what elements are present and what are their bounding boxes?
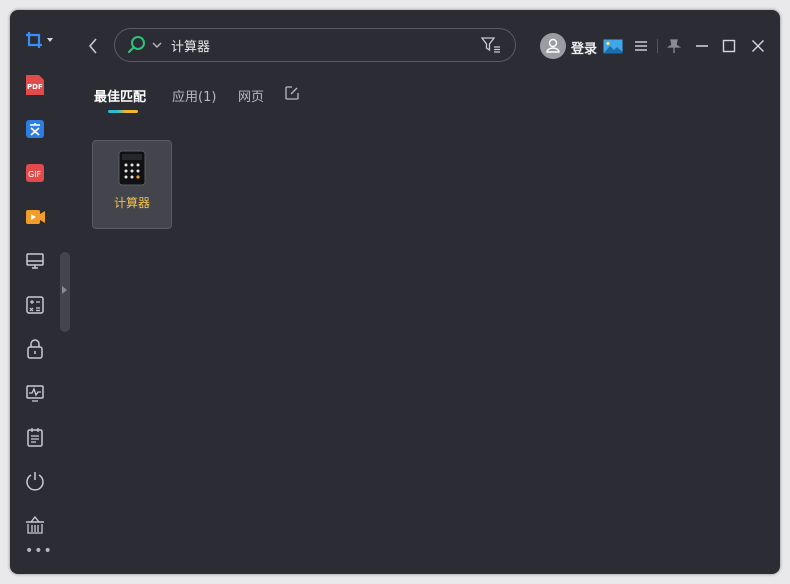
result-label: 计算器 xyxy=(113,196,150,210)
sidebar: PDF GIF ••• xyxy=(10,10,70,574)
calculator-icon xyxy=(118,150,146,186)
power-icon xyxy=(26,472,44,491)
sidebar-item-lock[interactable] xyxy=(22,336,48,362)
sidebar-item-screenshot[interactable] xyxy=(24,27,56,53)
gif-icon: GIF xyxy=(26,164,44,182)
close-icon[interactable] xyxy=(751,39,765,53)
video-icon xyxy=(26,210,45,224)
sidebar-item-gif[interactable]: GIF xyxy=(22,160,48,186)
edit-tabs-icon[interactable] xyxy=(284,85,300,101)
sidebar-collapse-handle[interactable] xyxy=(60,252,70,332)
svg-text:GIF: GIF xyxy=(28,170,42,179)
search-box[interactable] xyxy=(114,28,516,62)
sidebar-item-cleanup[interactable] xyxy=(22,512,48,538)
search-window: PDF GIF ••• 计算器 登录 最佳匹配 应用(1) 网页 计算器 xyxy=(10,10,780,574)
pdf-icon: PDF xyxy=(26,75,44,95)
login-link[interactable]: 登录 xyxy=(571,38,597,57)
sidebar-item-pdf[interactable]: PDF xyxy=(22,72,48,98)
search-input[interactable] xyxy=(171,34,471,56)
sidebar-item-translate[interactable] xyxy=(22,116,48,142)
screenshot-icon xyxy=(26,32,53,48)
tab-apps[interactable]: 应用(1) xyxy=(172,86,216,105)
system-monitor-icon xyxy=(26,385,44,402)
sidebar-item-system-monitor[interactable] xyxy=(22,380,48,406)
maximize-icon[interactable] xyxy=(722,39,736,53)
svg-text:PDF: PDF xyxy=(27,83,43,91)
user-icon xyxy=(546,38,560,53)
monitor-icon xyxy=(26,253,44,269)
cleanup-basket-icon xyxy=(26,515,44,534)
calculator-tool-icon xyxy=(26,296,44,314)
minimize-icon[interactable] xyxy=(695,40,709,52)
titlebar-separator xyxy=(657,39,658,53)
search-icon xyxy=(127,36,145,54)
avatar[interactable] xyxy=(540,33,566,59)
chevron-left-icon xyxy=(88,38,97,54)
filter-icon[interactable] xyxy=(481,36,501,54)
lock-icon xyxy=(27,339,43,359)
sidebar-item-power[interactable] xyxy=(22,468,48,494)
sidebar-item-monitor[interactable] xyxy=(22,248,48,274)
translate-icon xyxy=(26,120,44,138)
back-button[interactable] xyxy=(84,34,102,58)
tab-best-match[interactable]: 最佳匹配 xyxy=(94,86,146,105)
sidebar-item-video[interactable] xyxy=(22,204,48,230)
expand-arrow-icon xyxy=(62,286,67,294)
pin-icon[interactable] xyxy=(667,38,681,54)
more-icon[interactable]: ••• xyxy=(25,544,53,558)
result-item-calculator[interactable]: 计算器 xyxy=(92,140,172,229)
active-tab-indicator xyxy=(108,110,138,113)
wallpaper-icon[interactable] xyxy=(603,39,623,55)
tab-web[interactable]: 网页 xyxy=(238,86,264,105)
menu-icon[interactable] xyxy=(634,40,648,52)
search-engine-dropdown-icon[interactable] xyxy=(151,40,163,50)
sidebar-item-calculator[interactable] xyxy=(22,292,48,318)
sidebar-item-notepad[interactable] xyxy=(22,424,48,450)
notepad-icon xyxy=(27,428,43,447)
